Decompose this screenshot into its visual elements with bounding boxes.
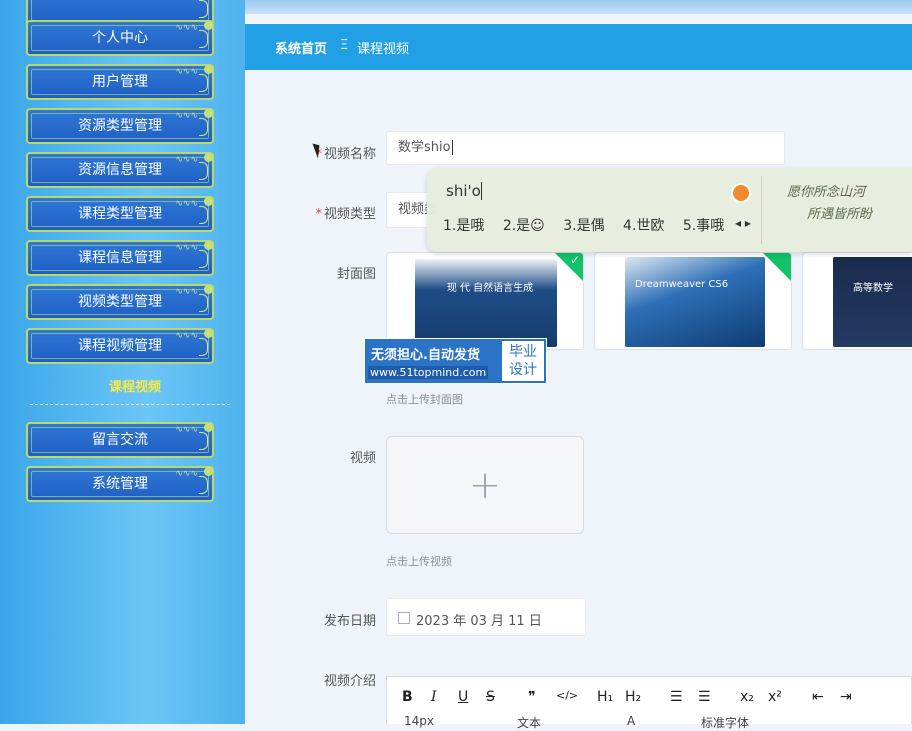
ime-page-arrows-icon[interactable]: ◂ ▸ <box>735 216 751 230</box>
video-name-input[interactable]: 数学shio <box>386 131 785 165</box>
outdent-icon[interactable]: ⇤ <box>812 689 824 705</box>
font-color-icon[interactable]: A <box>627 714 635 728</box>
sidebar-item-label: 课程视频管理 <box>78 338 162 354</box>
sidebar-item-label: 系统管理 <box>92 476 148 492</box>
sidebar-divider <box>30 404 230 405</box>
subscript-icon[interactable]: x₂ <box>740 689 754 705</box>
sidebar-item-system[interactable]: ∿∿∿ 系统管理 <box>26 466 214 502</box>
rich-text-editor[interactable]: B I U S ❞ </> H₁ H₂ ☰ ☰ x₂ x² ⇤ ⇥ 14px 文… <box>386 676 912 730</box>
sidebar-item-label: 资源类型管理 <box>78 118 162 134</box>
ime-candidate-window[interactable]: shi'o 1.是哦 2.是☺ 3.是偶 4.世欧 5.事哦 ◂ ▸ 愿你所念山… <box>427 168 912 252</box>
date-label: 发布日期 <box>323 614 376 629</box>
heading1-icon[interactable]: H₁ <box>597 689 613 705</box>
text-style-select[interactable]: 文本 <box>517 714 541 731</box>
sidebar-item-label: 留言交流 <box>92 432 148 448</box>
intro-label: 视频介绍 <box>323 674 376 689</box>
cover-title: Dreamweaver CS6 <box>635 279 729 290</box>
quote-icon[interactable]: ❞ <box>528 689 536 705</box>
sidebar-item-messages[interactable]: ∿∿∿ 留言交流 <box>26 422 214 458</box>
ime-candidate[interactable]: 2.是☺ <box>503 218 545 234</box>
sidebar-item-course-videos[interactable]: ∿∿∿ 课程视频管理 <box>26 328 214 364</box>
ime-candidate[interactable]: 1.是哦 <box>443 218 484 234</box>
sidebar-item-label: 资源信息管理 <box>78 162 162 178</box>
sidebar-subitem-course-video[interactable]: 课程视频 <box>0 376 270 395</box>
video-type-label: * 视频类型 <box>315 207 376 222</box>
sidebar-item-course-info[interactable]: ∿∿∿ 课程信息管理 <box>26 240 214 276</box>
ime-skin-art: 愿你所念山河 所遇皆所盼 <box>787 185 873 222</box>
date-picker[interactable]: 2023 年 03 月 11 日 <box>386 598 586 636</box>
sidebar-item-users[interactable]: ∿∿∿ 用户管理 <box>26 64 214 100</box>
cover-upload-hint: 点击上传封面图 <box>386 393 463 406</box>
cover-image <box>415 259 557 347</box>
plus-icon: + <box>469 463 501 507</box>
ime-candidate-list: 1.是哦 2.是☺ 3.是偶 4.世欧 5.事哦 <box>443 215 738 235</box>
code-icon[interactable]: </> <box>556 689 578 702</box>
cover-label: 封面图 <box>336 267 376 282</box>
calendar-icon <box>398 612 410 624</box>
heading2-icon[interactable]: H₂ <box>625 689 641 705</box>
sidebar-item-label: 视频类型管理 <box>78 294 162 310</box>
sidebar-item-label: 课程信息管理 <box>78 250 162 266</box>
strike-icon[interactable]: S <box>486 689 495 705</box>
check-icon: ✓ <box>569 253 580 267</box>
sidebar-item-label: 个人中心 <box>92 30 148 46</box>
cover-card-3[interactable]: 高等数学 <box>802 252 912 350</box>
bold-icon[interactable]: B <box>402 689 413 705</box>
superscript-icon[interactable]: x² <box>768 689 782 705</box>
breadcrumb: 系统首页 Ξ 课程视频 <box>245 24 912 70</box>
cover-title: 现 代 自然语言生成 <box>446 283 534 294</box>
date-value: 2023 年 03 月 11 日 <box>416 614 542 629</box>
ime-logo-icon <box>731 183 751 203</box>
underline-icon[interactable]: U <box>458 689 468 705</box>
video-upload-box[interactable]: + <box>386 436 584 534</box>
ordered-list-icon[interactable]: ☰ <box>670 689 683 705</box>
selected-badge <box>763 253 791 281</box>
sidebar: ∿∿∿ 个人中心 ∿∿∿ 用户管理 ∿∿∿ 资源类型管理 ∿∿∿ 资源信息管理 … <box>0 0 245 724</box>
ime-candidate[interactable]: 3.是偶 <box>563 218 604 234</box>
breadcrumb-separator: Ξ <box>340 38 349 53</box>
sidebar-item-profile[interactable]: ∿∿∿ 个人中心 <box>26 20 214 56</box>
cover-card-1[interactable]: 现 代 自然语言生成 ✓ <box>386 252 584 350</box>
sidebar-item-course-types[interactable]: ∿∿∿ 课程类型管理 <box>26 196 214 232</box>
font-size-select[interactable]: 14px <box>404 714 434 728</box>
sidebar-item-resource-info[interactable]: ∿∿∿ 资源信息管理 <box>26 152 214 188</box>
breadcrumb-home[interactable]: 系统首页 <box>275 38 327 57</box>
bullet-list-icon[interactable]: ☰ <box>698 689 711 705</box>
ime-candidate[interactable]: 5.事哦 <box>683 218 724 234</box>
cover-title: 高等数学 <box>853 283 893 294</box>
breadcrumb-current: 课程视频 <box>357 42 410 57</box>
ime-candidate[interactable]: 4.世欧 <box>623 218 664 234</box>
video-label: 视频 <box>349 451 376 466</box>
font-family-select[interactable]: 标准字体 <box>701 714 749 731</box>
sidebar-item-label: 课程类型管理 <box>78 206 162 222</box>
cover-image <box>833 257 912 347</box>
cover-image <box>625 257 765 347</box>
sidebar-item-label: 用户管理 <box>92 74 148 90</box>
ime-composition: shi'o <box>446 182 482 200</box>
italic-icon[interactable]: I <box>431 689 437 705</box>
cover-card-2[interactable]: Dreamweaver CS6 <box>594 252 792 350</box>
watermark-ad: 无须担心.自动发货 www.51topmind.com 毕业 设计 <box>364 338 547 384</box>
ime-divider <box>761 176 762 244</box>
video-name-label: * 视频名称 <box>315 147 376 162</box>
indent-icon[interactable]: ⇥ <box>840 689 852 705</box>
sidebar-item-video-types[interactable]: ∿∿∿ 视频类型管理 <box>26 284 214 320</box>
sidebar-item-resource-types[interactable]: ∿∿∿ 资源类型管理 <box>26 108 214 144</box>
video-upload-hint: 点击上传视频 <box>386 555 452 568</box>
top-strip <box>245 0 912 14</box>
